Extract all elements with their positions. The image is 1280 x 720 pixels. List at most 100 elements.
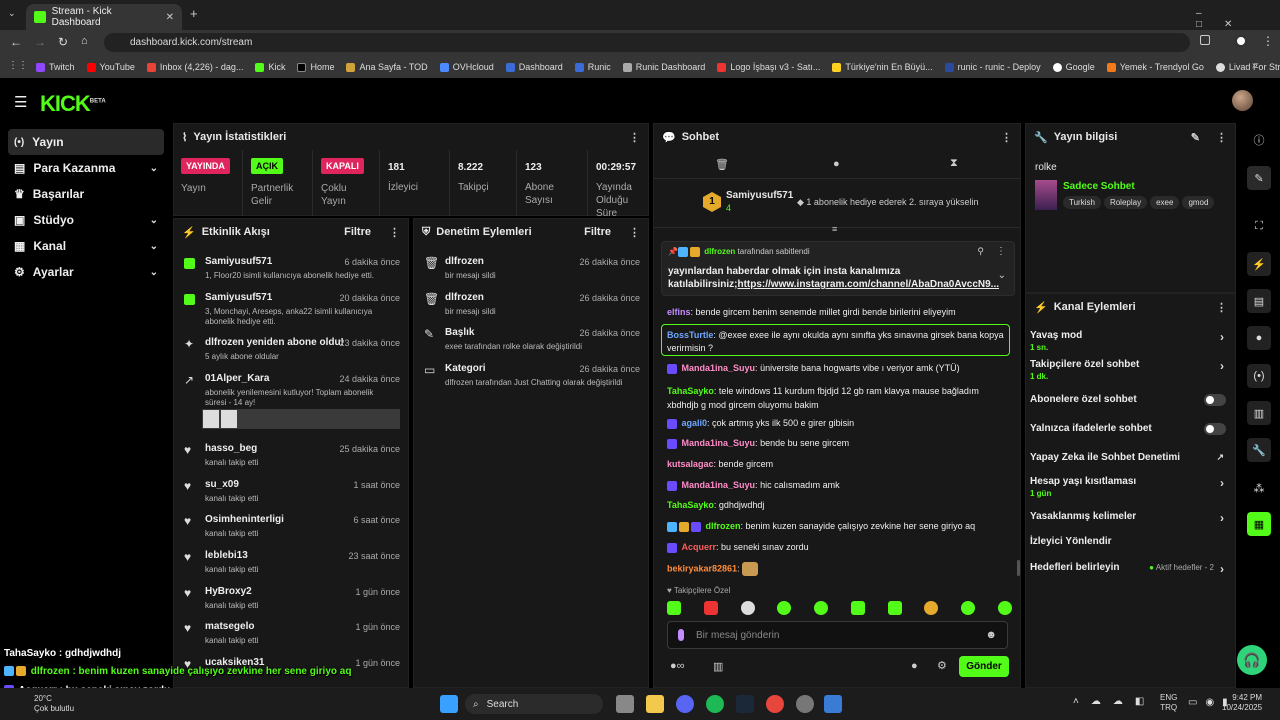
app-icon[interactable] bbox=[824, 695, 842, 713]
address-bar[interactable]: dashboard.kick.com/stream bbox=[104, 33, 1190, 52]
gear-icon[interactable]: ⚙ bbox=[937, 659, 947, 672]
send-button[interactable]: Gönder bbox=[959, 656, 1009, 677]
apps-grid-icon[interactable]: ⋮⋮ bbox=[8, 60, 28, 71]
emote-icon[interactable] bbox=[997, 601, 1012, 615]
pin-icon[interactable]: ⚲ bbox=[977, 246, 984, 257]
tag[interactable]: gmod bbox=[1182, 196, 1215, 209]
more-options-icon[interactable]: ⋮ bbox=[1216, 301, 1227, 314]
emote-icon[interactable] bbox=[850, 601, 865, 615]
action-followers-only[interactable]: Takipçilere özel sohbet 1 dk. › bbox=[1030, 359, 1226, 383]
emote-icon[interactable] bbox=[961, 601, 976, 615]
more-options-icon[interactable]: ⋮ bbox=[996, 246, 1006, 257]
task-view-icon[interactable] bbox=[616, 695, 634, 713]
sidebar-item-ayarlar[interactable]: ⚙ Ayarlar ⌄ bbox=[8, 259, 164, 285]
new-tab-button[interactable]: + bbox=[190, 6, 198, 21]
emote-icon[interactable] bbox=[740, 601, 755, 615]
tab-close-icon[interactable]: ✕ bbox=[166, 12, 174, 23]
system-tray[interactable]: ˄☁☁◧ bbox=[1073, 696, 1156, 707]
reload-icon[interactable]: ↻ bbox=[58, 35, 68, 49]
spotify-icon[interactable] bbox=[706, 695, 724, 713]
bookmark-item[interactable]: Logo İşbaşı v3 - Satı... bbox=[717, 62, 820, 72]
action-slow-mode[interactable]: Yavaş mod 1 sn. › bbox=[1030, 330, 1226, 354]
user-avatar[interactable] bbox=[1232, 90, 1253, 111]
store-icon[interactable]: ▥ bbox=[713, 660, 723, 673]
chat-bubble-icon[interactable]: ● bbox=[833, 158, 840, 170]
language-indicator[interactable]: ENG TRQ bbox=[1160, 693, 1177, 713]
clock[interactable]: 9:42 PM 10/24/2025 bbox=[1222, 693, 1262, 713]
emote-icon[interactable] bbox=[777, 601, 792, 615]
bookmark-item[interactable]: runic - runic - Deploy bbox=[944, 62, 1041, 72]
more-options-icon[interactable]: ⋮ bbox=[389, 226, 400, 239]
gift-points-icon[interactable]: ●∞ bbox=[670, 660, 685, 672]
info-icon[interactable]: ⓘ bbox=[1247, 128, 1271, 152]
microphone-icon[interactable] bbox=[678, 629, 684, 641]
sidebar-item-studyo[interactable]: ▣ Stüdyo ⌄ bbox=[8, 207, 164, 233]
emote-icon[interactable] bbox=[887, 601, 902, 615]
chat-bubble-icon[interactable]: ● bbox=[1247, 326, 1271, 350]
emotes-only-toggle[interactable] bbox=[1204, 423, 1226, 435]
chat-input[interactable]: Bir mesaj gönderin ☻ bbox=[667, 621, 1008, 649]
bookmark-item[interactable]: Twitch bbox=[36, 62, 75, 72]
file-explorer-icon[interactable] bbox=[646, 695, 664, 713]
tag[interactable]: exee bbox=[1150, 196, 1180, 209]
tag[interactable]: Roleplay bbox=[1103, 196, 1148, 209]
action-account-age[interactable]: Hesap yaşı kısıtlaması 1 gün › bbox=[1030, 476, 1226, 500]
apps-icon[interactable]: ⁂ bbox=[1247, 476, 1271, 500]
forward-icon[interactable]: → bbox=[34, 35, 46, 49]
chat-bubble-icon[interactable]: ● bbox=[911, 660, 918, 672]
more-options-icon[interactable]: ⋮ bbox=[1216, 131, 1227, 144]
subscribers-only-toggle[interactable] bbox=[1204, 394, 1226, 406]
hamburger-menu-icon[interactable]: ☰ bbox=[14, 93, 27, 111]
bookmark-item[interactable]: YouTube bbox=[86, 62, 135, 72]
document-icon[interactable]: ▤ bbox=[1247, 289, 1271, 313]
layers-icon[interactable]: ▥ bbox=[1247, 401, 1271, 425]
bookmark-item[interactable]: Google bbox=[1052, 62, 1095, 72]
sidebar-item-basarilar[interactable]: ♛ Başarılar bbox=[8, 181, 164, 207]
kick-logo[interactable]: KICKBETA bbox=[40, 91, 106, 117]
edit-icon[interactable]: ✎ bbox=[1191, 131, 1200, 144]
gift-user[interactable]: Samiyusuf571 bbox=[726, 190, 793, 201]
more-options-icon[interactable]: ⋮ bbox=[629, 226, 640, 239]
action-ai-moderation[interactable]: Yapay Zeka ile Sohbet Denetimi ↗ bbox=[1030, 452, 1226, 466]
support-icon[interactable]: 🎧 bbox=[1237, 645, 1267, 675]
bookmark-item[interactable]: Runic bbox=[574, 62, 611, 72]
browser-menu-icon[interactable]: ⋮ bbox=[1262, 34, 1274, 48]
bookmark-item[interactable]: Ana Sayfa - TOD bbox=[346, 62, 428, 72]
home-icon[interactable]: ⌂ bbox=[81, 35, 88, 47]
bookmark-item[interactable]: Yemek - Trendyol Go bbox=[1106, 62, 1204, 72]
category-thumbnail[interactable] bbox=[1035, 180, 1057, 210]
action-goals[interactable]: Hedefleri belirleyin ● Aktif hedefler - 2… bbox=[1030, 562, 1226, 576]
lightning-icon[interactable]: ⚡ bbox=[1247, 252, 1271, 276]
bookmark-item[interactable]: Livad For Streamers bbox=[1215, 62, 1280, 72]
bookmark-item[interactable]: Dashboard bbox=[505, 62, 563, 72]
sidebar-item-para-kazanma[interactable]: ▤ Para Kazanma ⌄ bbox=[8, 155, 164, 181]
discord-icon[interactable] bbox=[676, 695, 694, 713]
chat-scrollbar[interactable] bbox=[1017, 560, 1020, 576]
action-raid[interactable]: İzleyici Yönlendir bbox=[1030, 536, 1226, 550]
hourglass-icon[interactable]: ⧗ bbox=[950, 157, 958, 170]
more-options-icon[interactable]: ⋮ bbox=[629, 131, 640, 144]
bookmark-item[interactable]: Home bbox=[297, 62, 334, 72]
emote-icon[interactable] bbox=[703, 601, 718, 615]
game-icon[interactable]: ▦ bbox=[1247, 512, 1271, 536]
more-bookmarks-icon[interactable]: » bbox=[1252, 60, 1258, 71]
action-banned-words[interactable]: Yasaklanmış kelimeler › bbox=[1030, 511, 1226, 525]
filter-button[interactable]: Filtre bbox=[584, 226, 611, 238]
obs-icon[interactable] bbox=[796, 695, 814, 713]
broadcast-icon[interactable]: (•) bbox=[1247, 364, 1271, 388]
emote-icon[interactable] bbox=[814, 601, 829, 615]
bookmark-item[interactable]: Inbox (4,226) - dag... bbox=[146, 62, 243, 72]
emote-icon[interactable] bbox=[667, 601, 681, 615]
tab-list-icon[interactable]: ⌄ bbox=[8, 8, 16, 19]
sidebar-item-kanal[interactable]: ▦ Kanal ⌄ bbox=[8, 233, 164, 259]
window-controls[interactable]: –□✕ bbox=[1196, 8, 1280, 30]
wrench-icon[interactable]: 🔧 bbox=[1247, 438, 1271, 462]
chevron-down-icon[interactable]: ⌄ bbox=[998, 270, 1006, 281]
bookmark-item[interactable]: Kick bbox=[255, 62, 285, 72]
sidebar-item-yayin[interactable]: (•) Yayın bbox=[8, 129, 164, 155]
weather-widget[interactable]: 20°C Çok bulutlu bbox=[34, 694, 74, 714]
emote-icon[interactable] bbox=[924, 601, 939, 615]
taskbar-search[interactable]: ⌕ Search bbox=[465, 694, 603, 714]
back-icon[interactable]: ← bbox=[10, 35, 22, 49]
chrome-icon[interactable] bbox=[766, 695, 784, 713]
